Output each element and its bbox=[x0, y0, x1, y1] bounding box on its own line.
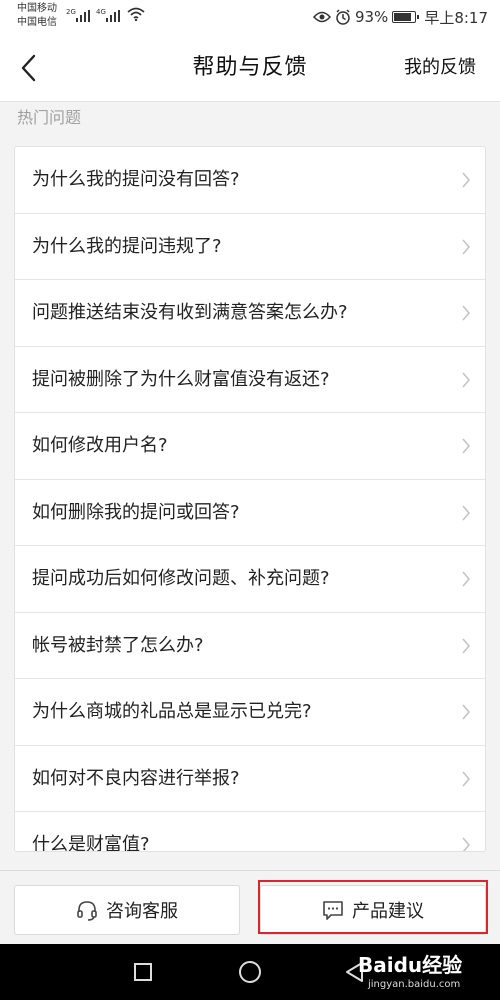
chevron-right-icon bbox=[462, 504, 471, 521]
carrier-1: 中国移动 bbox=[17, 3, 57, 14]
chevron-right-icon bbox=[462, 837, 471, 851]
chevron-right-icon bbox=[462, 438, 471, 454]
question-item[interactable]: 如何修改用户名? bbox=[15, 413, 485, 480]
question-text: 提问成功后如何修改问题、补充问题? bbox=[32, 568, 330, 589]
question-item[interactable]: 帐号被封禁了怎么办? bbox=[15, 613, 485, 679]
watermark-url: jingyan.baidu.com bbox=[368, 979, 461, 990]
chevron-right-icon bbox=[462, 305, 471, 321]
question-text: 为什么我的提问没有回答? bbox=[32, 169, 240, 190]
question-text: 问题推送结束没有收到满意答案怎么办? bbox=[32, 302, 348, 323]
eye-icon bbox=[312, 11, 331, 23]
chevron-right-icon bbox=[462, 172, 471, 188]
battery-icon bbox=[392, 11, 420, 23]
question-text: 如何对不良内容进行举报? bbox=[32, 767, 240, 789]
wifi-icon bbox=[127, 7, 145, 21]
my-feedback-link[interactable]: 我的反馈 bbox=[404, 34, 476, 102]
status-right: 93% 早上8:17 bbox=[312, 6, 488, 28]
watermark-logo: Baidu经验 bbox=[358, 953, 463, 977]
product-suggestion-label: 产品建议 bbox=[352, 901, 424, 922]
product-suggestion-button[interactable]: 产品建议 bbox=[260, 885, 486, 935]
alarm-icon bbox=[336, 9, 350, 25]
chevron-right-icon bbox=[462, 571, 471, 587]
question-item[interactable]: 为什么我的提问违规了? bbox=[15, 214, 485, 280]
home-button[interactable] bbox=[235, 958, 265, 986]
question-text: 如何修改用户名? bbox=[32, 435, 168, 456]
carrier-info: 中国移动 中国电信 bbox=[17, 2, 57, 30]
chat-bubble-icon bbox=[323, 901, 343, 920]
carrier-2: 中国电信 bbox=[17, 17, 57, 28]
app-header: 帮助与反馈 我的反馈 bbox=[0, 34, 500, 102]
question-item[interactable]: 为什么我的提问没有回答? bbox=[15, 147, 485, 214]
headset-icon bbox=[77, 901, 97, 921]
question-item[interactable]: 提问成功后如何修改问题、补充问题? bbox=[15, 546, 485, 613]
chevron-right-icon bbox=[462, 637, 471, 654]
question-text: 为什么我的提问违规了? bbox=[32, 235, 222, 257]
recent-apps-button[interactable] bbox=[128, 958, 158, 986]
question-text: 提问被删除了为什么财富值没有返还? bbox=[32, 368, 330, 390]
question-item[interactable]: 如何对不良内容进行举报? bbox=[15, 746, 485, 812]
chevron-right-icon bbox=[462, 371, 471, 388]
question-text: 为什么商城的礼品总是显示已兑完? bbox=[32, 701, 312, 722]
question-text: 什么是财富值? bbox=[32, 834, 150, 852]
question-item[interactable]: 什么是财富值? bbox=[15, 812, 485, 852]
network-type-2: 4G bbox=[96, 8, 106, 16]
network-type-1: 2G bbox=[66, 8, 76, 16]
circle-icon bbox=[239, 961, 261, 983]
status-bar: 中国移动 中国电信 2G 4G 93% 早上8:17 bbox=[0, 0, 500, 34]
question-text: 如何删除我的提问或回答? bbox=[32, 501, 240, 523]
square-icon bbox=[134, 963, 152, 981]
question-item[interactable]: 为什么商城的礼品总是显示已兑完? bbox=[15, 679, 485, 746]
question-item[interactable]: 提问被删除了为什么财富值没有返还? bbox=[15, 347, 485, 413]
question-item[interactable]: 如何删除我的提问或回答? bbox=[15, 480, 485, 546]
bottom-action-bar: 咨询客服 产品建议 bbox=[0, 870, 500, 944]
question-text: 帐号被封禁了怎么办? bbox=[32, 634, 204, 656]
chevron-right-icon bbox=[462, 238, 471, 255]
section-label-hot-questions: 热门问题 bbox=[17, 108, 82, 127]
consult-service-label: 咨询客服 bbox=[106, 901, 178, 922]
chevron-right-icon bbox=[462, 770, 471, 787]
question-item[interactable]: 问题推送结束没有收到满意答案怎么办? bbox=[15, 280, 485, 347]
baidu-jingyan-watermark: Baidu经验 jingyan.baidu.com bbox=[358, 952, 490, 996]
consult-service-button[interactable]: 咨询客服 bbox=[14, 885, 240, 935]
chevron-right-icon bbox=[462, 704, 471, 720]
battery-percent: 93% bbox=[354, 8, 389, 26]
question-list: 为什么我的提问没有回答? 为什么我的提问违规了? 问题推送结束没有收到满意答案怎么办… bbox=[14, 146, 486, 852]
clock: 早上8:17 bbox=[424, 8, 488, 27]
